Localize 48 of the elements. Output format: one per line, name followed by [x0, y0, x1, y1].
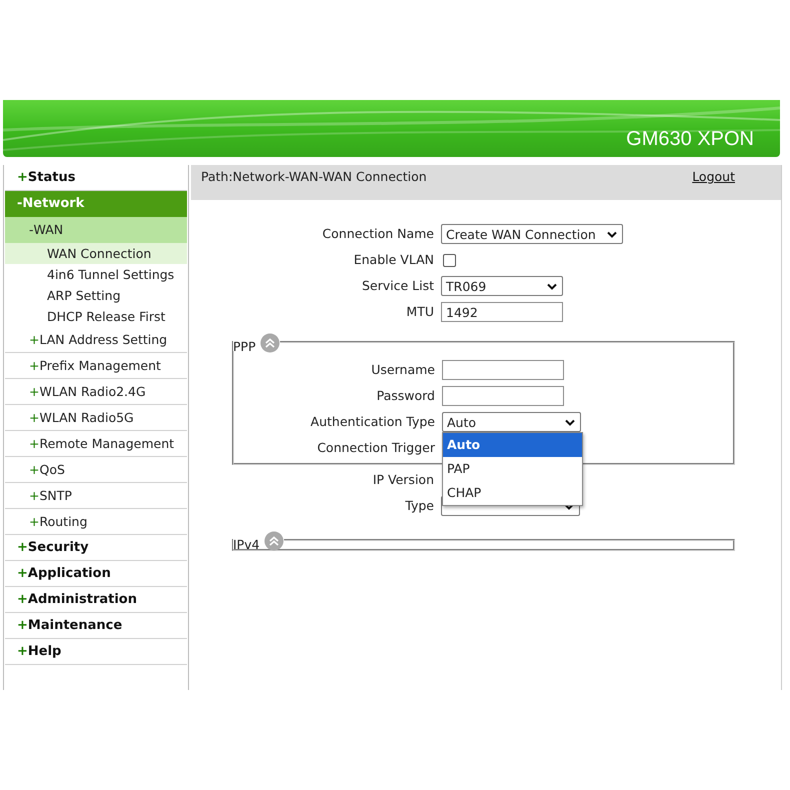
submenu-item[interactable]: +QoS [5, 457, 187, 483]
section-legend: PPP [233, 333, 256, 354]
submenu-item[interactable]: +Routing [5, 509, 187, 535]
field-label: Password [376, 387, 435, 405]
menu-item[interactable]: +Application [5, 561, 187, 587]
menu-item[interactable]: +Security [5, 535, 187, 561]
submenu-item[interactable]: DHCP Release First [5, 306, 187, 327]
input-field[interactable]: 1492 [441, 302, 563, 322]
menu-item[interactable]: +Maintenance [5, 613, 187, 639]
submenu-item[interactable]: +SNTP [5, 483, 187, 509]
submenu-item[interactable]: 4in6 Tunnel Settings [5, 264, 187, 285]
submenu-item[interactable]: WAN Connection [5, 243, 187, 264]
select-field[interactable]: Auto [442, 412, 581, 432]
input-field[interactable] [442, 386, 564, 406]
select-field[interactable]: Create WAN Connection [441, 224, 623, 244]
dropdown-option[interactable]: PAP [443, 457, 582, 481]
dropdown-option[interactable]: Auto [443, 433, 582, 457]
logout-link[interactable]: Logout [692, 169, 735, 200]
menu-item[interactable]: +Administration [5, 587, 187, 613]
field-label: Authentication Type [310, 413, 435, 431]
product-title: GM630 XPON [626, 128, 755, 152]
submenu-item[interactable]: +WLAN Radio5G [5, 405, 187, 431]
field-label: Connection Name [321, 225, 434, 243]
input-field[interactable] [442, 360, 564, 380]
dropdown-option[interactable]: CHAP [443, 481, 582, 505]
field-label: Username [370, 361, 435, 379]
field-label: IP Version [372, 471, 434, 489]
field-label: Connection Trigger [316, 439, 435, 457]
collapse-icon[interactable] [260, 333, 280, 353]
menu-item[interactable]: +Help [5, 639, 187, 665]
chevron-down-icon [607, 230, 617, 238]
submenu-item[interactable]: +Remote Management [5, 431, 187, 457]
submenu-item[interactable]: -WAN [5, 217, 187, 243]
section-legend: IPv4 [233, 531, 260, 552]
field-label: Enable VLAN [352, 251, 434, 269]
submenu-item[interactable]: +LAN Address Setting [5, 327, 187, 353]
breadcrumb-path: Path:Network-WAN-WAN Connection [201, 169, 427, 186]
field-label: MTU [405, 303, 434, 321]
select-field[interactable]: TR069 [441, 276, 563, 296]
field-label: Type [404, 497, 434, 515]
submenu-item[interactable]: +Prefix Management [5, 353, 187, 379]
collapse-icon[interactable] [264, 531, 284, 551]
checkbox[interactable] [443, 254, 456, 266]
chevron-down-icon [565, 418, 575, 426]
chevron-down-icon [547, 282, 557, 290]
submenu-item[interactable]: ARP Setting [5, 285, 187, 306]
field-label: Service List [360, 277, 434, 295]
submenu-item[interactable]: +WLAN Radio2.4G [5, 379, 187, 405]
